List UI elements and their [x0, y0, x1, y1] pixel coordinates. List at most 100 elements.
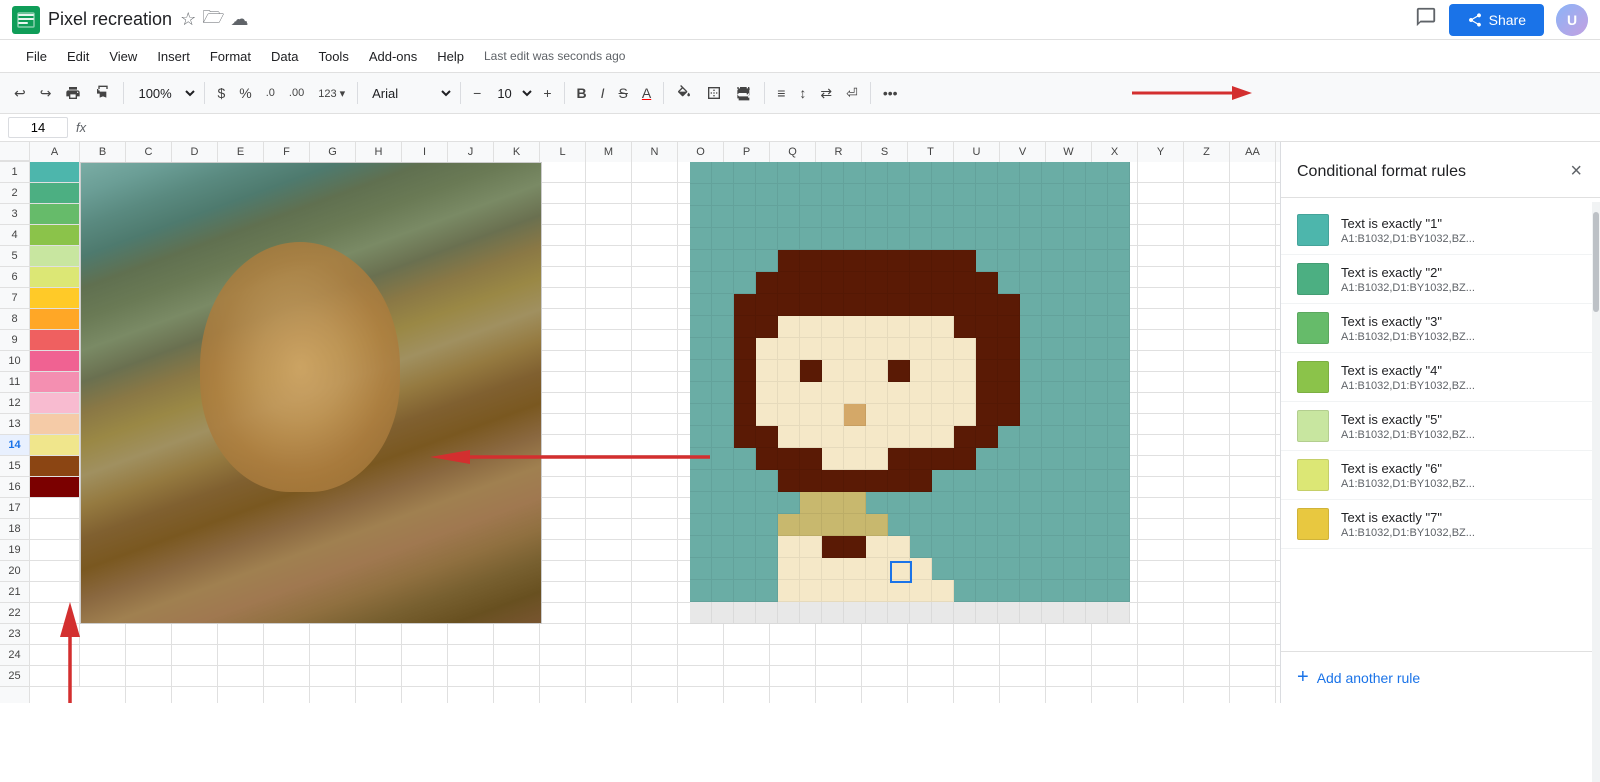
pixel-cell[interactable] — [778, 228, 800, 250]
pixel-cell[interactable] — [778, 272, 800, 294]
menu-data[interactable]: Data — [261, 45, 308, 68]
pixel-cell[interactable] — [1086, 162, 1108, 184]
pixel-cell[interactable] — [822, 206, 844, 228]
pixel-cell[interactable] — [932, 492, 954, 514]
pixel-cell[interactable] — [1086, 294, 1108, 316]
pixel-cell[interactable] — [822, 250, 844, 272]
pixel-cell[interactable] — [976, 272, 998, 294]
pixel-cell[interactable] — [756, 228, 778, 250]
panel-scrollbar[interactable] — [1592, 202, 1600, 782]
pixel-cell[interactable] — [690, 228, 712, 250]
pixel-cell[interactable] — [690, 184, 712, 206]
pixel-cell[interactable] — [822, 162, 844, 184]
col-M[interactable]: M — [586, 142, 632, 162]
pixel-cell[interactable] — [734, 558, 756, 580]
dec-decimals-button[interactable]: .0 — [260, 83, 281, 103]
pixel-cell[interactable] — [888, 382, 910, 404]
row-14[interactable]: 14 — [0, 435, 29, 456]
pixel-cell[interactable] — [1042, 338, 1064, 360]
pixel-cell[interactable] — [932, 316, 954, 338]
pixel-cell[interactable] — [998, 162, 1020, 184]
pixel-cell[interactable] — [822, 316, 844, 338]
pixel-cell[interactable] — [866, 382, 888, 404]
pixel-cell[interactable] — [1020, 228, 1042, 250]
row-19[interactable]: 19 — [0, 540, 29, 561]
pixel-cell[interactable] — [976, 426, 998, 448]
pixel-cell[interactable] — [756, 316, 778, 338]
row-10[interactable]: 10 — [0, 351, 29, 372]
pixel-cell[interactable] — [690, 360, 712, 382]
pixel-cell[interactable] — [976, 184, 998, 206]
pixel-cell[interactable] — [690, 514, 712, 536]
pixel-cell[interactable] — [1064, 206, 1086, 228]
pixel-cell[interactable] — [1042, 316, 1064, 338]
pixel-cell[interactable] — [756, 404, 778, 426]
pixel-cell[interactable] — [1064, 448, 1086, 470]
pixel-cell[interactable] — [778, 470, 800, 492]
pixel-cell[interactable] — [778, 426, 800, 448]
row-15[interactable]: 15 — [0, 456, 29, 477]
pixel-cell[interactable] — [844, 470, 866, 492]
pixel-cell[interactable] — [932, 272, 954, 294]
pixel-cell[interactable] — [756, 558, 778, 580]
pixel-cell[interactable] — [712, 426, 734, 448]
pixel-cell[interactable] — [910, 602, 932, 624]
pixel-cell[interactable] — [910, 536, 932, 558]
folder-icon[interactable]: 🗁 — [202, 5, 224, 35]
pixel-cell[interactable] — [976, 404, 998, 426]
pixel-cell[interactable] — [932, 558, 954, 580]
pixel-cell[interactable] — [1086, 558, 1108, 580]
text-wrap-button[interactable]: ⏎ — [840, 81, 864, 106]
pixel-cell[interactable] — [734, 602, 756, 624]
pixel-cell[interactable] — [734, 426, 756, 448]
pixel-cell[interactable] — [734, 382, 756, 404]
pixel-cell[interactable] — [778, 382, 800, 404]
pixel-cell[interactable] — [1086, 536, 1108, 558]
pixel-cell[interactable] — [976, 382, 998, 404]
pixel-cell[interactable] — [712, 514, 734, 536]
pixel-cell[interactable] — [1020, 206, 1042, 228]
pixel-cell[interactable] — [734, 360, 756, 382]
pixel-cell[interactable] — [712, 184, 734, 206]
pixel-cell[interactable] — [998, 580, 1020, 602]
border-button[interactable] — [700, 81, 728, 105]
pixel-cell[interactable] — [822, 602, 844, 624]
swatch-row-8[interactable] — [30, 309, 80, 330]
pixel-cell[interactable] — [800, 360, 822, 382]
pixel-cell[interactable] — [1020, 602, 1042, 624]
pixel-cell[interactable] — [712, 448, 734, 470]
swatch-row-14[interactable] — [30, 435, 80, 456]
pixel-cell[interactable] — [910, 404, 932, 426]
pixel-cell[interactable] — [910, 580, 932, 602]
pixel-cell[interactable] — [1042, 360, 1064, 382]
pixel-cell[interactable] — [1086, 382, 1108, 404]
pixel-cell[interactable] — [778, 492, 800, 514]
rule-item-1[interactable]: Text is exactly "1" A1:B1032,D1:BY1032,B… — [1281, 206, 1600, 255]
pixel-cell[interactable] — [1064, 250, 1086, 272]
pixel-cell[interactable] — [734, 184, 756, 206]
row-6[interactable]: 6 — [0, 267, 29, 288]
pixel-cell[interactable] — [822, 184, 844, 206]
pixel-cell[interactable] — [800, 448, 822, 470]
rule-item-3[interactable]: Text is exactly "3" A1:B1032,D1:BY1032,B… — [1281, 304, 1600, 353]
pixel-cell[interactable] — [910, 250, 932, 272]
pixel-cell[interactable] — [734, 206, 756, 228]
pixel-cell[interactable] — [844, 558, 866, 580]
cell-reference-input[interactable] — [8, 117, 68, 138]
pixel-cell[interactable] — [800, 426, 822, 448]
swatch-row-21[interactable] — [30, 582, 80, 603]
row-9[interactable]: 9 — [0, 330, 29, 351]
pixel-cell[interactable] — [866, 250, 888, 272]
pixel-cell[interactable] — [844, 250, 866, 272]
pixel-cell[interactable] — [822, 338, 844, 360]
pixel-cell[interactable] — [1086, 404, 1108, 426]
pixel-cell[interactable] — [1086, 338, 1108, 360]
pixel-cell[interactable] — [1064, 426, 1086, 448]
col-O[interactable]: O — [678, 142, 724, 162]
col-Q[interactable]: Q — [770, 142, 816, 162]
pixel-cell[interactable] — [998, 360, 1020, 382]
pixel-cell[interactable] — [778, 536, 800, 558]
pixel-cell[interactable] — [734, 294, 756, 316]
swatch-row-6[interactable] — [30, 267, 80, 288]
pixel-cell[interactable] — [712, 316, 734, 338]
